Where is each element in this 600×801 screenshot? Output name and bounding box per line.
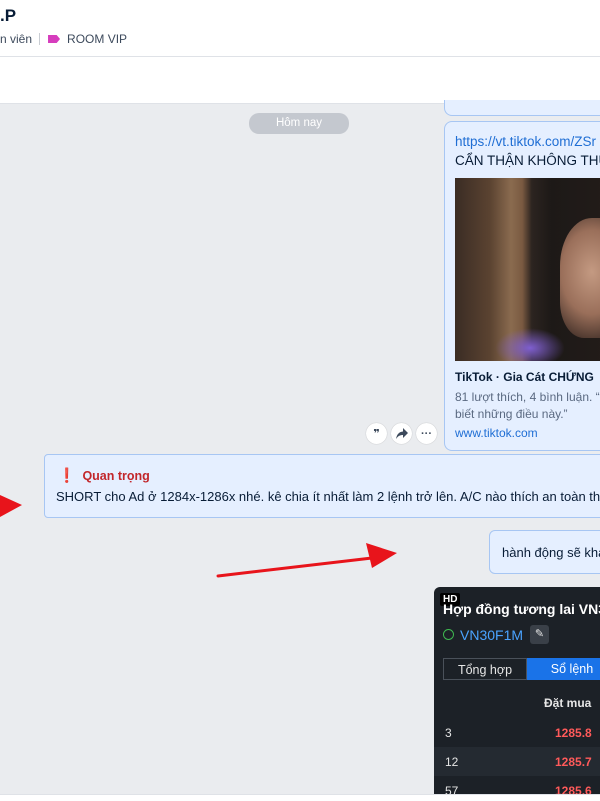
exclamation-icon: ❗ [58, 467, 76, 483]
red-arrow-head [366, 543, 397, 568]
preview-description: 81 lượt thích, 4 bình luận. “B [455, 390, 600, 404]
thumbnail-person [560, 218, 600, 338]
tag-icon [48, 35, 61, 43]
quote-reply-button[interactable]: ❞ [366, 423, 387, 444]
row-quantity: 3 [445, 726, 452, 740]
quote-icon: ❞ [373, 428, 380, 440]
share-arrow-icon [395, 428, 408, 439]
conversation-title[interactable]: .P [0, 6, 16, 26]
image-attachment[interactable]: HD Hợp đồng tương lai VN3 VN30F1M ✎ Tổng… [434, 587, 600, 800]
left-arrow-annotation [0, 495, 22, 517]
chat-header: .P n viên ROOM VIP [0, 0, 600, 57]
link-preview-thumbnail[interactable] [455, 178, 600, 361]
important-label: ❗ Quan trọng [58, 467, 150, 484]
bid-column-header: Đặt mua [544, 696, 592, 710]
previous-message-bubble[interactable] [444, 100, 600, 116]
header-subinfo: n viên ROOM VIP [0, 32, 127, 46]
clock-icon [443, 629, 454, 640]
pinned-bar [0, 57, 600, 104]
thumbnail-light [495, 328, 565, 361]
table-row: 12 1285.7 [434, 747, 600, 776]
row-quantity: 12 [445, 755, 459, 769]
members-link[interactable]: n viên [0, 32, 32, 46]
preview-site-title[interactable]: TikTok · Gia Cát CHỨNG [455, 370, 594, 384]
more-dots-icon: ··· [421, 427, 432, 440]
tab-order-book: Sổ lệnh [527, 658, 600, 680]
red-arrow-shaft [216, 556, 374, 578]
message-text: hành động sẽ kha [502, 545, 600, 560]
row-price: 1285.8 [555, 726, 592, 740]
contract-title: Hợp đồng tương lai VN3 [443, 601, 600, 617]
table-row: 3 1285.8 [434, 718, 600, 747]
date-separator: Hôm nay [249, 113, 349, 134]
pencil-icon: ✎ [530, 625, 549, 644]
preview-description-line2: biết những điều này.” [455, 407, 568, 421]
forward-button[interactable] [391, 423, 412, 444]
preview-domain-link[interactable]: www.tiktok.com [455, 426, 538, 440]
message-link[interactable]: https://vt.tiktok.com/ZSr [455, 134, 596, 149]
row-price: 1285.7 [555, 755, 592, 769]
link-message-bubble[interactable]: https://vt.tiktok.com/ZSr CẨN THẬN KHÔNG… [444, 121, 600, 451]
link-caption: CẨN THẬN KHÔNG THỪA [455, 153, 600, 168]
divider [39, 33, 41, 45]
more-options-button[interactable]: ··· [416, 423, 437, 444]
important-label-text: Quan trọng [82, 468, 150, 483]
text-message-bubble[interactable]: hành động sẽ kha [489, 530, 600, 574]
room-tag[interactable]: ROOM VIP [67, 32, 127, 46]
important-message-text: SHORT cho Ad ở 1284x-1286x nhé. kê chia … [56, 489, 600, 504]
contract-symbol: VN30F1M [460, 627, 524, 643]
tab-summary: Tổng hợp [443, 658, 527, 680]
important-message-bubble[interactable]: ❗ Quan trọng SHORT cho Ad ở 1284x-1286x … [44, 454, 600, 518]
